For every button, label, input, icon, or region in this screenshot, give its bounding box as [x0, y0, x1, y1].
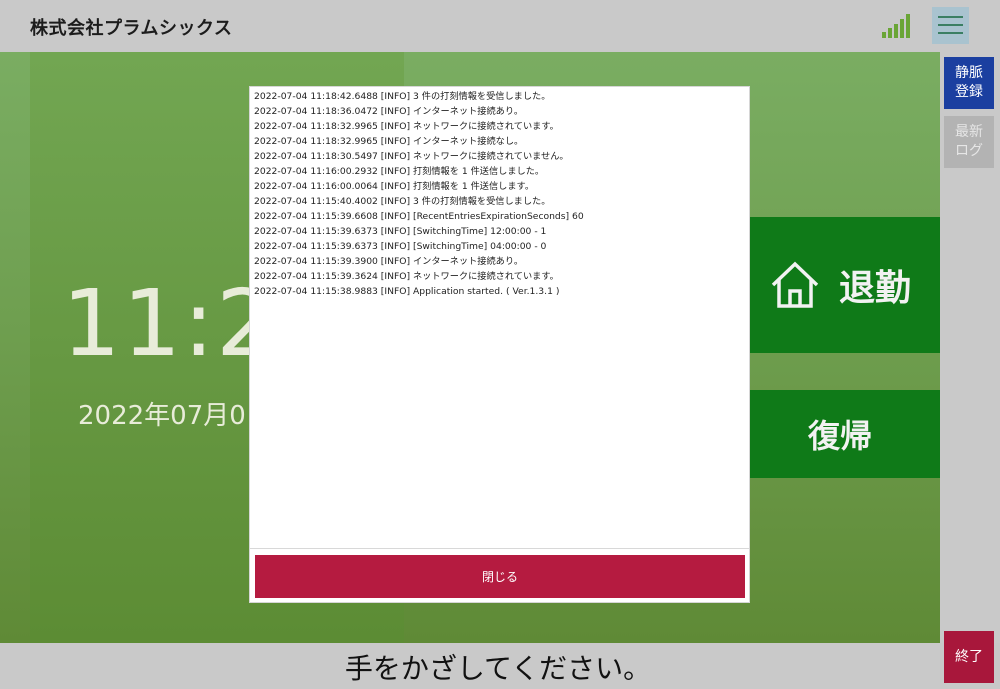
- close-button[interactable]: 閉じる: [255, 555, 745, 598]
- right-sidebar: 静脈 登録 最新 ログ 終了: [940, 52, 1000, 683]
- log-line: 2022-07-04 11:15:39.3624 [INFO] ネットワークに接…: [254, 271, 559, 282]
- log-line: 2022-07-04 11:15:39.3900 [INFO] インターネット接…: [254, 256, 524, 267]
- log-line: 2022-07-04 11:16:00.2932 [INFO] 打刻情報を 1 …: [254, 166, 545, 177]
- hand-prompt: 手をかざしてください。: [344, 652, 652, 685]
- return-label: 復帰: [807, 417, 872, 455]
- header-bar: 株式会社プラムシックス: [0, 0, 1000, 52]
- footer-bar: 手をかざしてください。: [0, 643, 940, 689]
- log-list[interactable]: 2022-07-04 11:18:42.6488 [INFO] 3 件の打刻情報…: [250, 87, 749, 549]
- clock-out-button[interactable]: 退勤: [740, 217, 940, 353]
- log-line: 2022-07-04 11:16:00.0064 [INFO] 打刻情報を 1 …: [254, 181, 535, 192]
- log-line: 2022-07-04 11:18:42.6488 [INFO] 3 件の打刻情報…: [254, 91, 551, 102]
- log-line: 2022-07-04 11:18:32.9965 [INFO] ネットワークに接…: [254, 121, 559, 132]
- company-name: 株式会社プラムシックス: [30, 18, 233, 39]
- clock-out-label: 退勤: [838, 268, 911, 309]
- log-line: 2022-07-04 11:15:39.6373 [INFO] [Switchi…: [254, 241, 547, 252]
- log-line: 2022-07-04 11:15:39.6608 [INFO] [RecentE…: [254, 211, 584, 222]
- clock-display: 11:2: [62, 270, 277, 377]
- log-dialog: 2022-07-04 11:18:42.6488 [INFO] 3 件の打刻情報…: [249, 86, 750, 603]
- log-line: 2022-07-04 11:18:32.9965 [INFO] インターネット接…: [254, 136, 524, 147]
- vein-register-label-2: 登録: [955, 84, 983, 100]
- date-display: 2022年07月0: [78, 401, 246, 431]
- hamburger-menu-icon[interactable]: [932, 7, 969, 44]
- vein-register-label-1: 静脈: [955, 65, 983, 81]
- signal-strength-icon: [882, 14, 910, 38]
- latest-log-button[interactable]: 最新 ログ: [944, 116, 994, 168]
- latest-log-label-1: 最新: [955, 124, 983, 140]
- latest-log-label-2: ログ: [955, 143, 983, 159]
- home-icon: [771, 261, 819, 308]
- log-line: 2022-07-04 11:15:40.4002 [INFO] 3 件の打刻情報…: [254, 196, 551, 207]
- log-line: 2022-07-04 11:18:30.5497 [INFO] ネットワークに接…: [254, 151, 569, 162]
- return-button[interactable]: 復帰: [740, 390, 940, 478]
- log-line: 2022-07-04 11:15:39.6373 [INFO] [Switchi…: [254, 226, 547, 237]
- vein-register-button[interactable]: 静脈 登録: [944, 57, 994, 109]
- log-line: 2022-07-04 11:18:36.0472 [INFO] インターネット接…: [254, 106, 524, 117]
- log-line: 2022-07-04 11:15:38.9883 [INFO] Applicat…: [254, 286, 560, 297]
